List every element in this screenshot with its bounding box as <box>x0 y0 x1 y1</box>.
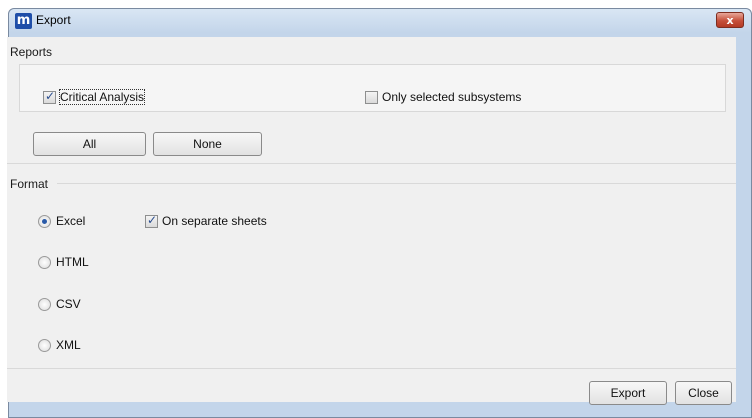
separate-sheets-label[interactable]: On separate sheets <box>162 214 267 228</box>
format-html-radio[interactable] <box>38 256 51 269</box>
format-xml-radio[interactable] <box>38 339 51 352</box>
title-bar[interactable]: m Export x <box>9 9 751 33</box>
reports-section-label: Reports <box>10 45 53 59</box>
format-csv-radio[interactable] <box>38 298 51 311</box>
format-csv-label[interactable]: CSV <box>56 297 81 311</box>
format-section-label: Format <box>10 177 49 191</box>
dialog-client-area: Reports Critical Analysis Only selected … <box>7 37 736 405</box>
footer-divider <box>7 368 736 369</box>
format-excel-label[interactable]: Excel <box>56 214 85 228</box>
select-all-button[interactable]: All <box>33 132 146 156</box>
critical-analysis-checkbox[interactable] <box>43 89 56 104</box>
format-excel-radio[interactable] <box>38 215 51 228</box>
separate-sheets-checkbox[interactable] <box>145 213 158 228</box>
window-title: Export <box>36 13 71 27</box>
section-divider <box>7 163 736 164</box>
close-button[interactable]: Close <box>675 381 732 405</box>
critical-analysis-label[interactable]: Critical Analysis <box>58 89 146 105</box>
export-button[interactable]: Export <box>589 381 667 405</box>
app-logo-icon: m <box>15 13 32 29</box>
only-selected-subsystems-label[interactable]: Only selected subsystems <box>382 90 521 104</box>
window-close-button[interactable]: x <box>716 12 744 28</box>
format-xml-label[interactable]: XML <box>56 338 81 352</box>
format-html-label[interactable]: HTML <box>56 255 89 269</box>
select-none-button[interactable]: None <box>153 132 262 156</box>
only-selected-subsystems-checkbox[interactable] <box>365 91 378 104</box>
reports-panel <box>19 64 726 112</box>
format-divider <box>57 183 736 184</box>
